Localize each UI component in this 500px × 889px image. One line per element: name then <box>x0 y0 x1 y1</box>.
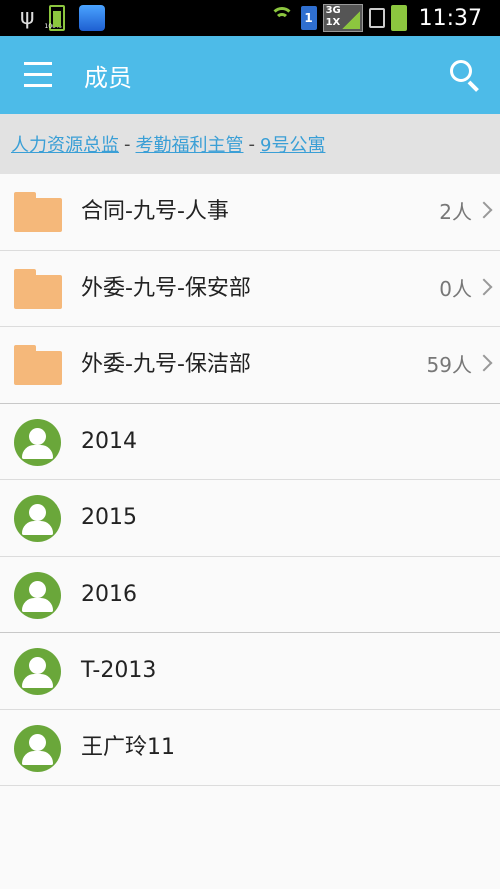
user-avatar-icon <box>14 724 61 772</box>
search-icon[interactable] <box>448 58 482 92</box>
usb-icon: ψ <box>20 5 35 30</box>
member-row[interactable]: 2014 <box>0 403 500 480</box>
user-avatar-icon <box>14 418 61 466</box>
app-bar: 成员 <box>0 36 500 114</box>
breadcrumb-separator: - <box>124 133 131 155</box>
folder-row[interactable]: 合同-九号-人事 2人 <box>0 174 500 251</box>
breadcrumb-item[interactable]: 考勤福利主管 <box>136 131 244 157</box>
member-row[interactable]: 2016 <box>0 556 500 633</box>
folder-name: 外委-九号-保洁部 <box>81 352 251 377</box>
member-count: 59人 <box>426 353 472 377</box>
status-bar-right: 1 3G 1X 11:37 <box>269 4 482 32</box>
member-name: 王广玲11 <box>81 734 175 760</box>
status-bar: ψ 100% 1 3G 1X 11:37 <box>0 0 500 36</box>
chevron-right-icon <box>475 201 493 219</box>
member-name: 2014 <box>81 428 137 454</box>
folder-icon <box>14 345 62 385</box>
battery-charging-icon: 100% <box>45 5 65 31</box>
member-name: T-2013 <box>81 658 157 683</box>
user-avatar-icon <box>14 571 61 619</box>
chevron-right-icon <box>475 354 493 372</box>
wifi-icon <box>269 7 295 29</box>
member-row[interactable]: 王广玲11 <box>0 709 500 786</box>
menu-icon[interactable] <box>24 62 52 88</box>
folder-row[interactable]: 外委-九号-保安部 0人 <box>0 250 500 327</box>
user-avatar-icon <box>14 648 61 695</box>
breadcrumb-item[interactable]: 9号公寓 <box>260 131 325 157</box>
page-title: 成员 <box>84 64 132 92</box>
member-count: 2人 <box>439 200 472 224</box>
folder-icon <box>14 192 62 232</box>
signal-icon: 3G 1X <box>322 4 363 32</box>
folder-name: 合同-九号-人事 <box>81 199 229 224</box>
battery-icon <box>390 5 407 31</box>
sd-card-icon <box>368 8 385 28</box>
folder-row[interactable]: 外委-九号-保洁部 59人 <box>0 327 500 404</box>
member-name: 2015 <box>81 505 137 530</box>
status-bar-left: ψ 100% <box>20 4 105 32</box>
member-count: 0人 <box>439 276 472 301</box>
member-name: 2016 <box>81 581 137 607</box>
app-notification-icon <box>78 5 105 31</box>
clock: 11:37 <box>418 5 482 31</box>
breadcrumb-item[interactable]: 人力资源总监 <box>11 131 119 157</box>
folder-icon <box>14 268 62 309</box>
member-list: 合同-九号-人事 2人 外委-九号-保安部 0人 外委-九号-保洁部 59人 2… <box>0 174 500 786</box>
breadcrumb: 人力资源总监 - 考勤福利主管 - 9号公寓 <box>0 114 500 174</box>
chevron-right-icon <box>475 278 493 295</box>
member-row[interactable]: T-2013 <box>0 633 500 710</box>
user-avatar-icon <box>14 495 61 542</box>
breadcrumb-separator: - <box>248 133 256 155</box>
member-row[interactable]: 2015 <box>0 480 500 557</box>
folder-name: 外委-九号-保安部 <box>81 275 251 301</box>
sim-card-icon: 1 <box>300 6 317 30</box>
